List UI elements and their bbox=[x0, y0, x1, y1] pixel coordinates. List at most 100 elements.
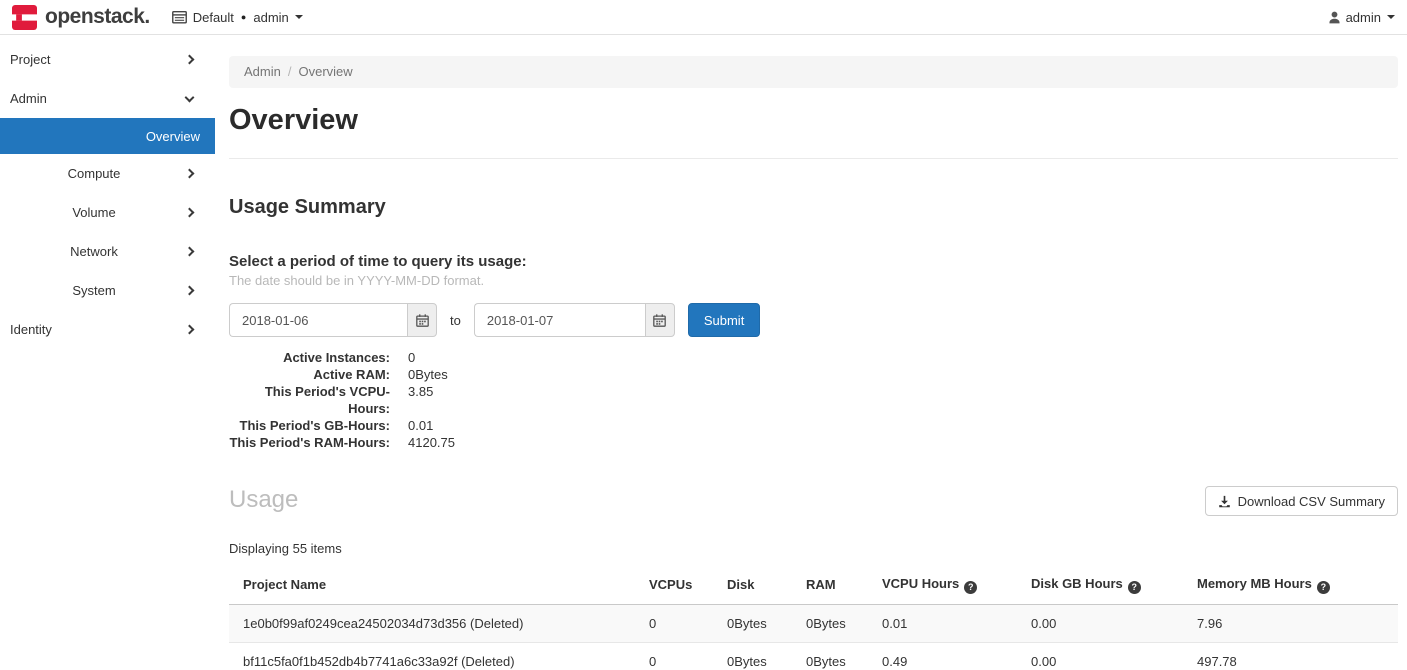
sidebar-item-compute[interactable]: Compute bbox=[0, 154, 215, 193]
breadcrumb: Admin / Overview bbox=[229, 56, 1398, 88]
download-csv-label: Download CSV Summary bbox=[1238, 494, 1385, 509]
items-count: Displaying 55 items bbox=[229, 541, 1398, 556]
usage-stats: Active Instances: 0 Active RAM: 0Bytes T… bbox=[229, 349, 1398, 451]
cell-disk-gb-hours: 0.00 bbox=[1023, 604, 1189, 642]
user-menu[interactable]: admin bbox=[1328, 10, 1395, 25]
chevron-down-icon bbox=[185, 92, 195, 102]
sidebar-item-label: System bbox=[10, 283, 186, 298]
sidebar-nav: Project Admin Overview Compute Volume Ne… bbox=[0, 36, 215, 670]
help-circle-icon[interactable]: ? bbox=[964, 581, 977, 594]
breadcrumb-current: Overview bbox=[298, 64, 352, 79]
breadcrumb-admin[interactable]: Admin bbox=[244, 64, 281, 79]
calendar-icon bbox=[653, 314, 666, 327]
column-label: VCPUs bbox=[649, 577, 692, 592]
caret-down-icon bbox=[295, 15, 303, 19]
cell-memory-mb-hours: 497.78 bbox=[1189, 642, 1398, 670]
cell-vcpu-hours: 0.01 bbox=[874, 604, 1023, 642]
sidebar-item-identity[interactable]: Identity bbox=[0, 310, 215, 349]
chevron-right-icon bbox=[185, 208, 195, 218]
sidebar-item-admin[interactable]: Admin bbox=[0, 79, 215, 118]
column-label: Memory MB Hours bbox=[1197, 576, 1312, 591]
main-content: Admin/Overview Overview Usage Summary Se… bbox=[215, 36, 1407, 670]
context-switcher-menu[interactable]: Default ● admin bbox=[172, 10, 303, 25]
sidebar-item-label: Admin bbox=[10, 91, 186, 106]
chevron-right-icon bbox=[185, 55, 195, 65]
column-header-disk-gb-hours[interactable]: Disk GB Hours? bbox=[1023, 566, 1189, 604]
context-project: admin bbox=[253, 10, 288, 25]
cell-disk: 0Bytes bbox=[719, 604, 798, 642]
sidebar-item-label: Identity bbox=[10, 322, 186, 337]
column-label: Disk GB Hours bbox=[1031, 576, 1123, 591]
column-header-project-name[interactable]: Project Name bbox=[229, 566, 641, 604]
cell-vcpu-hours: 0.49 bbox=[874, 642, 1023, 670]
sidebar-item-overview[interactable]: Overview bbox=[0, 118, 215, 154]
cell-project-name: bf11c5fa0f1b452db4b7741a6c33a92f (Delete… bbox=[229, 642, 641, 670]
usage-section-header: Usage Download CSV Summary bbox=[229, 486, 1398, 516]
column-label: Project Name bbox=[243, 577, 326, 592]
stat-value: 3.85 bbox=[408, 383, 433, 417]
date-to-input[interactable] bbox=[474, 303, 645, 337]
context-separator-dot: ● bbox=[241, 12, 246, 22]
period-form-label: Select a period of time to query its usa… bbox=[229, 253, 1398, 270]
chevron-right-icon bbox=[185, 286, 195, 296]
breadcrumb-separator: / bbox=[288, 64, 292, 79]
date-from-group bbox=[229, 303, 437, 337]
chevron-right-icon bbox=[185, 169, 195, 179]
cell-vcpus: 0 bbox=[641, 604, 719, 642]
column-header-vcpu-hours[interactable]: VCPU Hours? bbox=[874, 566, 1023, 604]
sidebar-item-network[interactable]: Network bbox=[0, 232, 215, 271]
stat-value: 0Bytes bbox=[408, 366, 448, 383]
stat-row: Active Instances: 0 bbox=[229, 349, 1398, 366]
table-row: 1e0b0f99af0249cea24502034d73d356 (Delete… bbox=[229, 604, 1398, 642]
stat-row: Active RAM: 0Bytes bbox=[229, 366, 1398, 383]
date-range-form: to Submit bbox=[229, 303, 1398, 337]
brand-text: openstack. bbox=[45, 5, 150, 29]
column-label: VCPU Hours bbox=[882, 576, 959, 591]
stat-value: 4120.75 bbox=[408, 434, 455, 451]
download-icon bbox=[1218, 495, 1231, 508]
column-header-disk[interactable]: Disk bbox=[719, 566, 798, 604]
page-title: Overview bbox=[229, 104, 1398, 137]
stat-value: 0 bbox=[408, 349, 415, 366]
table-row: bf11c5fa0f1b452db4b7741a6c33a92f (Delete… bbox=[229, 642, 1398, 670]
stat-row: This Period's GB-Hours: 0.01 bbox=[229, 417, 1398, 434]
cell-project-name: 1e0b0f99af0249cea24502034d73d356 (Delete… bbox=[229, 604, 641, 642]
period-form-hint: The date should be in YYYY-MM-DD format. bbox=[229, 273, 1398, 288]
cell-disk-gb-hours: 0.00 bbox=[1023, 642, 1189, 670]
cell-vcpus: 0 bbox=[641, 642, 719, 670]
sidebar-item-system[interactable]: System bbox=[0, 271, 215, 310]
context-domain: Default bbox=[193, 10, 234, 25]
sidebar-item-project[interactable]: Project bbox=[0, 40, 215, 79]
help-circle-icon[interactable]: ? bbox=[1128, 581, 1141, 594]
chevron-right-icon bbox=[185, 247, 195, 257]
usage-table: Project Name VCPUs Disk RAM VCPU Hours? … bbox=[229, 566, 1398, 670]
help-circle-icon[interactable]: ? bbox=[1317, 581, 1330, 594]
sidebar-item-label: Project bbox=[10, 52, 186, 67]
sidebar-item-volume[interactable]: Volume bbox=[0, 193, 215, 232]
submit-button[interactable]: Submit bbox=[688, 303, 760, 337]
date-from-input[interactable] bbox=[229, 303, 407, 337]
to-label: to bbox=[450, 313, 461, 328]
caret-down-icon bbox=[1387, 15, 1395, 19]
stat-row: This Period's RAM-Hours: 4120.75 bbox=[229, 434, 1398, 451]
sidebar-item-label: Network bbox=[10, 244, 186, 259]
column-header-vcpus[interactable]: VCPUs bbox=[641, 566, 719, 604]
column-header-memory-mb-hours[interactable]: Memory MB Hours? bbox=[1189, 566, 1398, 604]
user-icon bbox=[1328, 11, 1341, 24]
chevron-right-icon bbox=[185, 325, 195, 335]
stat-label: Active Instances: bbox=[229, 349, 390, 366]
calendar-icon bbox=[416, 314, 429, 327]
download-csv-button[interactable]: Download CSV Summary bbox=[1205, 486, 1398, 516]
cell-memory-mb-hours: 7.96 bbox=[1189, 604, 1398, 642]
table-header-row: Project Name VCPUs Disk RAM VCPU Hours? … bbox=[229, 566, 1398, 604]
date-to-calendar-addon[interactable] bbox=[645, 303, 675, 337]
openstack-logo[interactable]: openstack. bbox=[12, 5, 150, 30]
title-divider bbox=[229, 158, 1398, 159]
column-label: Disk bbox=[727, 577, 754, 592]
cell-disk: 0Bytes bbox=[719, 642, 798, 670]
date-from-calendar-addon[interactable] bbox=[407, 303, 437, 337]
cell-ram: 0Bytes bbox=[798, 604, 874, 642]
sidebar-item-label: Compute bbox=[10, 166, 186, 181]
column-header-ram[interactable]: RAM bbox=[798, 566, 874, 604]
cell-ram: 0Bytes bbox=[798, 642, 874, 670]
